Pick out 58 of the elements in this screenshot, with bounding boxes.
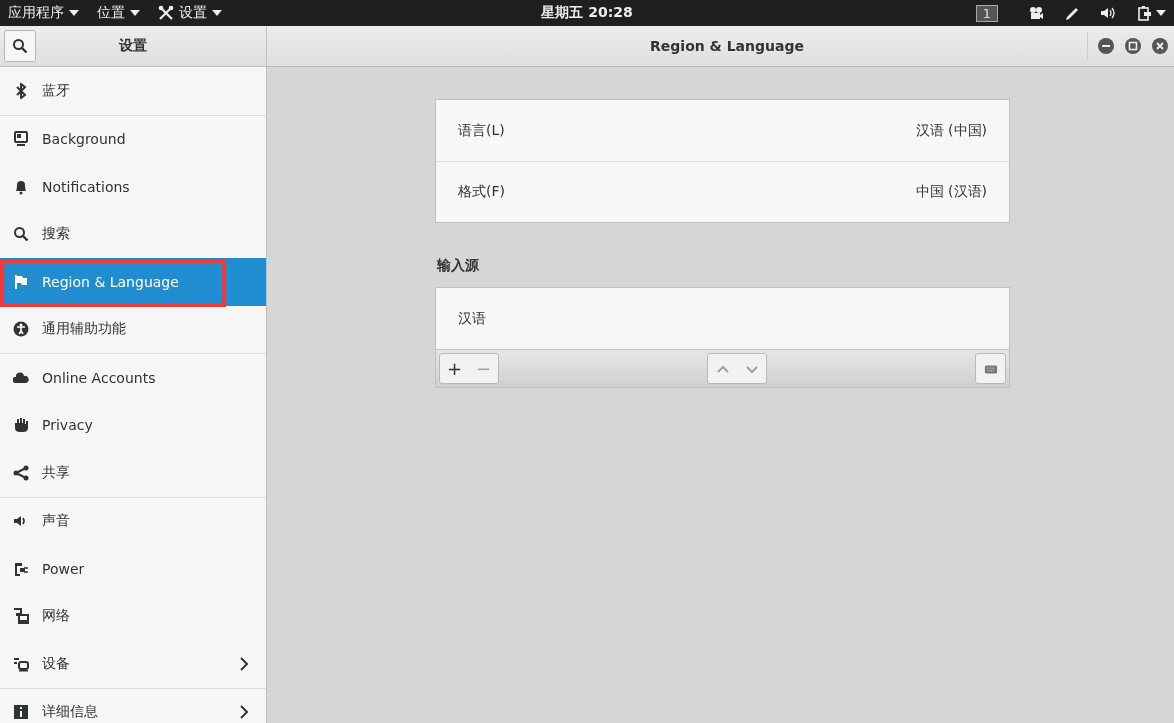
dropdown-icon — [69, 10, 79, 16]
tools-icon — [158, 5, 174, 21]
sidebar-item[interactable]: 声音 — [0, 497, 266, 545]
minimize-icon[interactable] — [1098, 38, 1114, 54]
close-icon[interactable] — [1152, 38, 1168, 54]
volume-icon[interactable] — [1100, 5, 1116, 21]
input-source-row[interactable]: 汉语 — [436, 288, 1009, 349]
sidebar-item[interactable]: Online Accounts — [0, 354, 266, 402]
battery-plug-icon — [13, 560, 29, 577]
sidebar-item[interactable]: 蓝牙 — [0, 67, 266, 115]
window-title: Region & Language — [649, 38, 805, 54]
sidebar-title: 设置 — [117, 37, 148, 55]
section-heading: 输入源 — [437, 257, 479, 275]
clock-text[interactable]: 星期五 20:28 — [394, 4, 780, 22]
setting-value: 中国 (汉语) — [915, 183, 987, 201]
pen-icon[interactable] — [1064, 5, 1080, 21]
search-icon — [13, 226, 29, 243]
flag-icon — [13, 273, 29, 290]
dropdown-icon — [1156, 10, 1166, 16]
chevron-right-icon — [238, 705, 250, 720]
search-icon — [12, 38, 28, 54]
sidebar-item[interactable]: Notifications — [0, 163, 266, 211]
bell-icon — [13, 178, 29, 195]
share-icon — [13, 464, 29, 481]
setting-value: 汉语 (中国) — [915, 121, 987, 140]
devices-icon — [13, 655, 29, 672]
sidebar-item[interactable]: Power — [0, 545, 266, 593]
dropdown-icon — [212, 10, 222, 16]
add-button[interactable]: + — [440, 354, 469, 383]
maximize-icon[interactable] — [1125, 38, 1141, 54]
sidebar-item[interactable]: 搜索 — [0, 210, 266, 258]
setting-label: 格式(F) — [458, 183, 505, 201]
workspace-indicator[interactable]: 1 — [975, 4, 998, 22]
accessibility-icon — [13, 321, 29, 338]
search-button[interactable] — [4, 30, 36, 62]
battery-icon[interactable] — [1136, 5, 1152, 21]
setting-label: 语言(L) — [458, 121, 505, 140]
bluetooth-icon — [13, 82, 29, 99]
top-menu[interactable]: 位置 — [97, 4, 140, 22]
sidebar-item[interactable]: Privacy — [0, 401, 266, 449]
sidebar-item[interactable]: 共享 — [0, 449, 266, 497]
hand-icon — [13, 417, 29, 434]
sidebar-item[interactable]: Region & Language — [0, 258, 266, 306]
dropdown-icon — [130, 10, 140, 16]
monitor-icon — [13, 131, 29, 148]
sidebar-item[interactable]: Background — [0, 115, 266, 163]
sidebar-item[interactable]: 详细信息 — [0, 688, 266, 723]
sidebar-item[interactable]: 通用辅助功能 — [0, 305, 266, 353]
setting-row[interactable]: 格式(F) 中国 (汉语) — [436, 161, 1009, 222]
top-menu[interactable]: 应用程序 — [8, 4, 79, 22]
network-icon — [13, 608, 29, 625]
camera-icon[interactable] — [1028, 5, 1044, 21]
cloud-icon — [13, 369, 29, 386]
top-menu[interactable]: 设置 — [158, 4, 222, 22]
sidebar-item[interactable]: 设备 — [0, 640, 266, 688]
setting-row[interactable]: 语言(L) 汉语 (中国) — [436, 100, 1009, 161]
chevron-right-icon — [238, 656, 250, 671]
sidebar-item[interactable]: 网络 — [0, 592, 266, 640]
